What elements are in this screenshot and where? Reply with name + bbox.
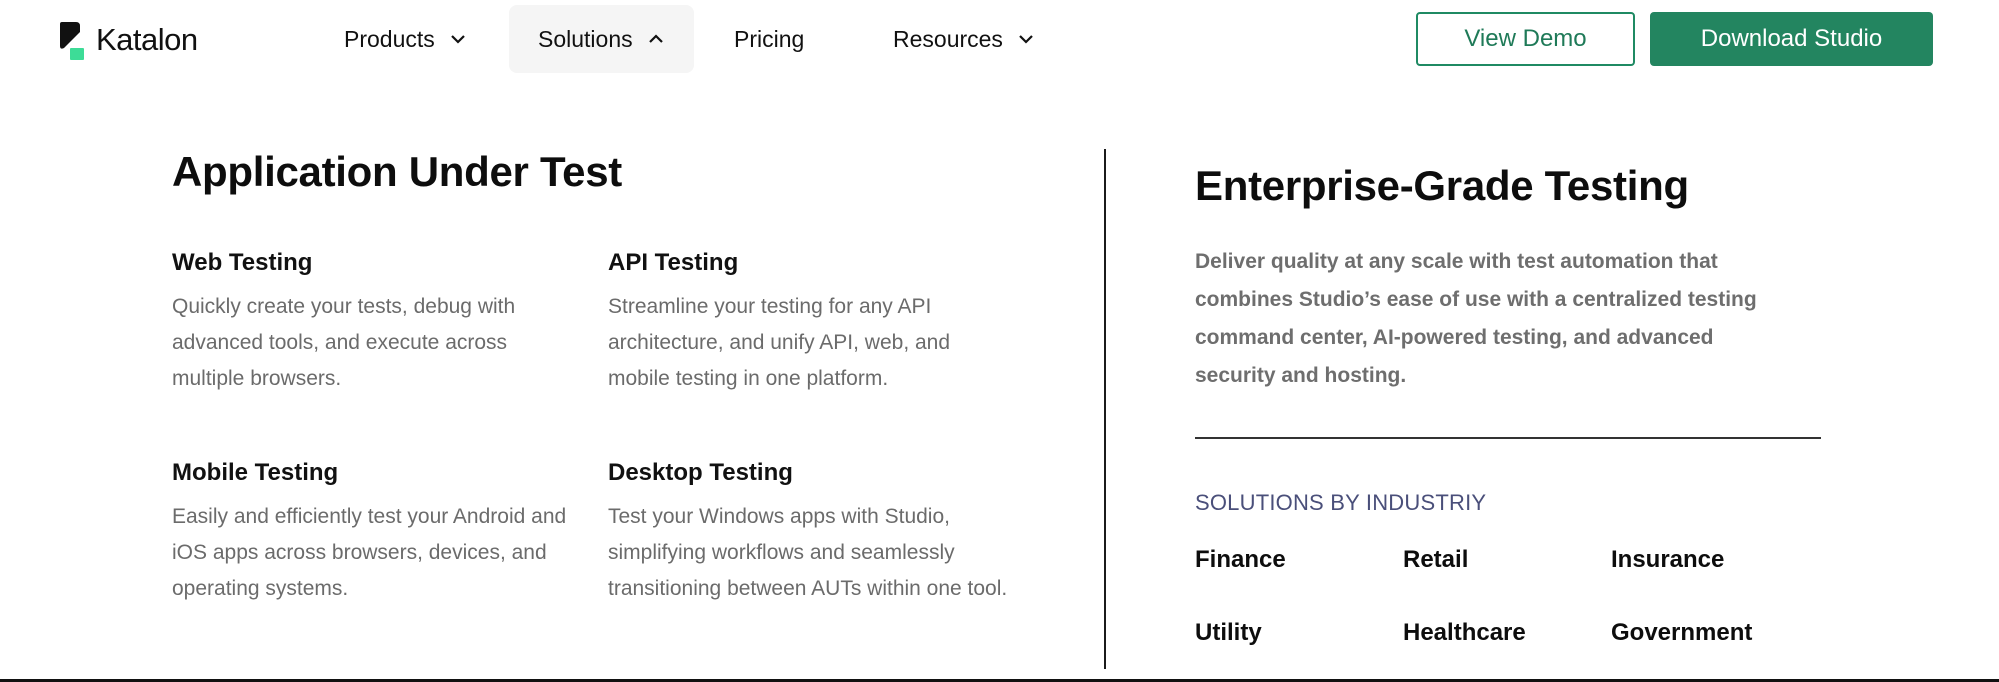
aut-section-title: Application Under Test: [172, 148, 622, 195]
card-title[interactable]: API Testing: [608, 249, 1028, 277]
enterprise-description: Deliver quality at any scale with test a…: [1195, 250, 1757, 387]
industry-healthcare-link[interactable]: Healthcare: [1403, 619, 1526, 647]
api-testing-card[interactable]: API Testing Streamline your testing for …: [608, 249, 1028, 397]
industry-insurance-link[interactable]: Insurance: [1611, 546, 1724, 574]
card-description: Quickly create your tests, debug with ad…: [172, 295, 516, 390]
nav-pricing[interactable]: Pricing: [734, 5, 804, 73]
nav-resources[interactable]: Resources: [893, 5, 1035, 73]
industry-utility-link[interactable]: Utility: [1195, 619, 1262, 647]
mobile-testing-card[interactable]: Mobile Testing Easily and efficiently te…: [172, 459, 592, 607]
industry-section-label: SOLUTIONS BY INDUSTRIY: [1195, 490, 1487, 515]
nav-products-label: Products: [344, 25, 435, 52]
chevron-up-icon: [648, 34, 663, 43]
card-title[interactable]: Mobile Testing: [172, 459, 592, 487]
web-testing-card[interactable]: Web Testing Quickly create your tests, d…: [172, 249, 592, 397]
katalon-logo[interactable]: Katalon: [58, 20, 198, 60]
top-navigation: Katalon Products Solutions Pricing Resou…: [0, 0, 1999, 80]
card-description: Easily and efficiently test your Android…: [172, 505, 567, 600]
brand-name: Katalon: [96, 22, 198, 57]
nav-pricing-label: Pricing: [734, 25, 805, 52]
chevron-down-icon: [1019, 35, 1033, 44]
card-description: Streamline your testing for any API arch…: [608, 295, 951, 390]
industry-government-link[interactable]: Government: [1611, 619, 1752, 647]
download-studio-button[interactable]: Download Studio: [1650, 12, 1933, 66]
industry-finance-link[interactable]: Finance: [1195, 546, 1286, 574]
card-description: Test your Windows apps with Studio, simp…: [608, 505, 1008, 600]
katalon-logo-icon: [58, 20, 86, 60]
horizontal-divider: [1195, 437, 1821, 439]
nav-solutions-label: Solutions: [538, 25, 633, 52]
nav-resources-label: Resources: [893, 25, 1003, 52]
section-divider: [1104, 149, 1106, 669]
desktop-testing-card[interactable]: Desktop Testing Test your Windows apps w…: [608, 459, 1028, 607]
view-demo-button[interactable]: View Demo: [1416, 12, 1635, 66]
industry-retail-link[interactable]: Retail: [1403, 546, 1468, 574]
nav-solutions[interactable]: Solutions: [509, 5, 694, 73]
enterprise-section-title: Enterprise-Grade Testing: [1195, 162, 1689, 209]
chevron-down-icon: [450, 35, 465, 44]
card-title[interactable]: Desktop Testing: [608, 459, 1028, 487]
nav-products[interactable]: Products: [344, 5, 467, 73]
card-title[interactable]: Web Testing: [172, 249, 592, 277]
